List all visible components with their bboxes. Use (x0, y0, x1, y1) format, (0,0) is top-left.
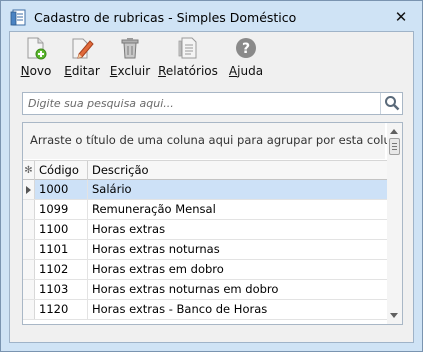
group-by-panel[interactable]: Arraste o título de uma coluna aqui para… (23, 123, 402, 159)
search-input[interactable] (23, 93, 381, 114)
app-icon (10, 9, 28, 27)
table-row[interactable]: 1100 Horas extras (23, 220, 387, 240)
column-header-codigo[interactable]: Código (35, 161, 88, 180)
app-window: Cadastro de rubricas - Simples Doméstico… (0, 0, 423, 352)
new-button[interactable]: Novo (16, 36, 56, 80)
grid-header: ✻ Código Descrição (23, 160, 387, 180)
close-button[interactable]: ✕ (393, 9, 409, 25)
row-indicator (23, 180, 35, 199)
cell-descricao[interactable]: Horas extras (88, 220, 387, 239)
row-indicator (23, 240, 35, 259)
cell-codigo[interactable]: 1103 (35, 280, 88, 299)
edit-pencil-icon (72, 38, 94, 59)
column-header-descricao[interactable]: Descrição (88, 161, 387, 180)
cell-descricao[interactable]: Horas extras em dobro (88, 260, 387, 279)
table-row[interactable]: 1103 Horas extras noturnas em dobro (23, 280, 387, 300)
delete-button-label: Excluir (109, 64, 151, 78)
cell-descricao[interactable]: Remuneração Mensal (88, 200, 387, 219)
cell-descricao[interactable]: Horas extras noturnas (88, 240, 387, 259)
new-button-label: Novo (20, 64, 52, 78)
cell-codigo[interactable]: 1101 (35, 240, 88, 259)
table-row[interactable]: 1101 Horas extras noturnas (23, 240, 387, 260)
search-box (22, 92, 403, 115)
delete-button[interactable]: Excluir (106, 36, 154, 80)
scroll-down-icon[interactable] (390, 313, 398, 318)
row-indicator (23, 260, 35, 279)
row-indicator (23, 220, 35, 239)
edit-button[interactable]: Editar (60, 36, 104, 80)
cell-descricao[interactable]: Horas extras - Banco de Horas (88, 300, 387, 319)
client-area: Novo Editar Excluir Relatórios ? Ajuda D… (9, 31, 414, 343)
row-indicator (23, 200, 35, 219)
rubricas-grid: Arraste o título de uma coluna aqui para… (22, 122, 403, 325)
edit-button-label: Editar (64, 64, 100, 78)
cell-codigo[interactable]: 1102 (35, 260, 88, 279)
search-icon (385, 96, 400, 111)
help-button-label: Ajuda (228, 64, 264, 78)
title-bar[interactable]: Cadastro de rubricas - Simples Doméstico… (1, 1, 422, 31)
toolbar: Novo Editar Excluir Relatórios ? Ajuda (10, 32, 413, 82)
table-row[interactable]: 1099 Remuneração Mensal (23, 200, 387, 220)
help-button[interactable]: ? Ajuda (224, 36, 268, 80)
row-indicator-header[interactable]: ✻ (23, 161, 35, 180)
help-icon: ? (236, 38, 256, 58)
svg-text:?: ? (242, 41, 250, 57)
new-document-icon (27, 37, 47, 60)
scroll-thumb[interactable] (389, 138, 400, 155)
row-indicator (23, 280, 35, 299)
cell-descricao[interactable]: Horas extras noturnas em dobro (88, 280, 387, 299)
vertical-scrollbar[interactable] (387, 123, 402, 324)
table-row[interactable]: 1102 Horas extras em dobro (23, 260, 387, 280)
table-row[interactable]: 1120 Horas extras - Banco de Horas (23, 300, 387, 320)
scroll-up-icon[interactable] (390, 129, 398, 134)
cell-codigo[interactable]: 1000 (35, 180, 88, 199)
window-title: Cadastro de rubricas - Simples Doméstico (34, 10, 297, 25)
cell-codigo[interactable]: 1099 (35, 200, 88, 219)
row-indicator (23, 300, 35, 319)
reports-button-label: Relatórios (158, 64, 218, 78)
table-row[interactable]: 1000 Salário (23, 180, 387, 200)
trash-icon (121, 38, 139, 59)
current-row-arrow-icon (26, 186, 31, 194)
cell-codigo[interactable]: 1100 (35, 220, 88, 239)
reports-button[interactable]: Relatórios (156, 36, 220, 80)
search-button[interactable] (380, 93, 402, 114)
cell-descricao[interactable]: Salário (88, 180, 387, 199)
cell-codigo[interactable]: 1120 (35, 300, 88, 319)
report-icon (178, 37, 197, 59)
